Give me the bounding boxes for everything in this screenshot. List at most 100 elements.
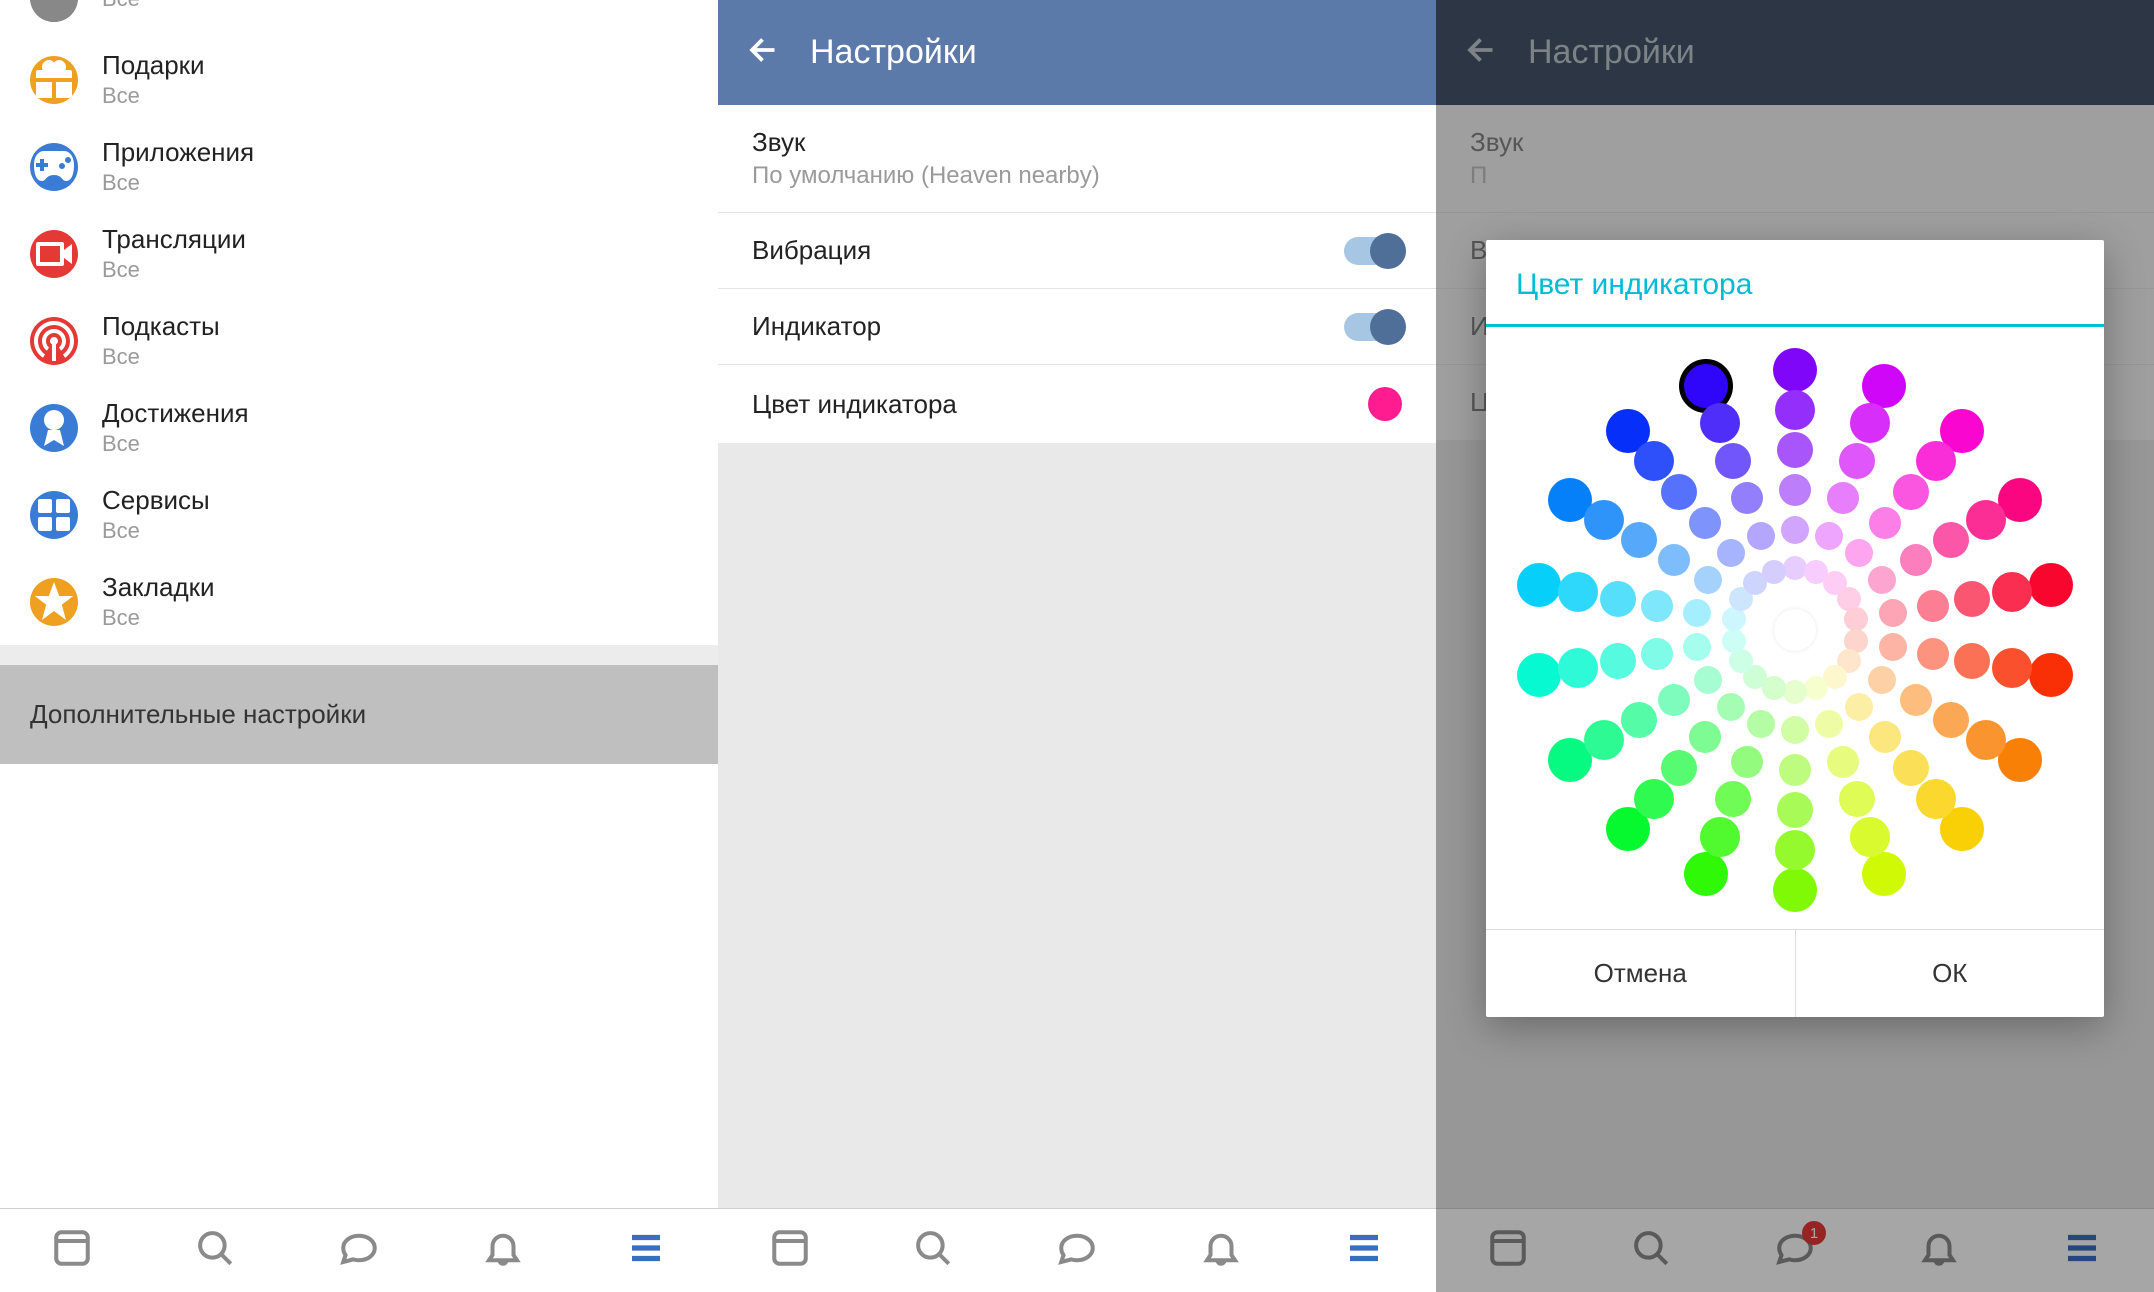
nav-menu-icon[interactable] — [625, 1227, 667, 1274]
color-swatch[interactable] — [1684, 364, 1728, 408]
color-swatch[interactable] — [2029, 653, 2073, 697]
color-swatch[interactable] — [1747, 710, 1775, 738]
color-swatch[interactable] — [1783, 680, 1807, 704]
color-swatch[interactable] — [1558, 572, 1598, 612]
color-swatch[interactable] — [1900, 684, 1932, 716]
color-swatch[interactable] — [1900, 544, 1932, 576]
menu-item-grid[interactable]: СервисыВсе — [0, 471, 718, 558]
color-swatch[interactable] — [1954, 581, 1990, 617]
color-swatch[interactable] — [1839, 781, 1875, 817]
setting-sound[interactable]: Звук По умолчанию (Heaven nearby) — [718, 105, 1436, 213]
color-swatch[interactable] — [1715, 781, 1751, 817]
menu-item-gamepad[interactable]: ПриложенияВсе — [0, 123, 718, 210]
color-swatch[interactable] — [1731, 482, 1763, 514]
nav-messages-icon[interactable] — [338, 1227, 380, 1274]
color-swatch[interactable] — [1694, 666, 1722, 694]
menu-item-star[interactable]: ЗакладкиВсе — [0, 558, 718, 645]
color-swatch[interactable] — [1779, 754, 1811, 786]
color-swatch[interactable] — [1634, 441, 1674, 481]
color-swatch[interactable] — [1762, 560, 1786, 584]
color-swatch[interactable] — [1689, 721, 1721, 753]
color-swatch[interactable] — [1700, 817, 1740, 857]
color-swatch[interactable] — [1966, 720, 2006, 760]
menu-item-dark[interactable]: Все — [0, 0, 718, 36]
color-swatch[interactable] — [1722, 629, 1746, 653]
setting-vibration[interactable]: Вибрация — [718, 213, 1436, 289]
color-swatch[interactable] — [1661, 474, 1697, 510]
color-swatch[interactable] — [1683, 599, 1711, 627]
color-swatch[interactable] — [1933, 702, 1969, 738]
back-icon[interactable] — [746, 32, 782, 73]
color-swatch[interactable] — [1683, 633, 1711, 661]
color-swatch[interactable] — [1747, 522, 1775, 550]
color-swatch[interactable] — [1621, 522, 1657, 558]
color-swatch[interactable] — [1868, 666, 1896, 694]
nav-messages-icon[interactable] — [1056, 1227, 1098, 1274]
color-swatch[interactable] — [1689, 507, 1721, 539]
color-swatch[interactable] — [1584, 720, 1624, 760]
menu-item-camera[interactable]: ТрансляцииВсе — [0, 210, 718, 297]
setting-indicator-color[interactable]: Цвет индикатора — [718, 365, 1436, 443]
color-swatch[interactable] — [1700, 403, 1740, 443]
nav-feed-icon[interactable] — [51, 1227, 93, 1274]
color-swatch[interactable] — [1869, 721, 1901, 753]
nav-search-icon[interactable] — [194, 1227, 236, 1274]
nav-notifications-icon[interactable] — [1200, 1227, 1242, 1274]
color-swatch[interactable] — [1517, 653, 1561, 697]
color-swatch[interactable] — [1775, 830, 1815, 870]
extra-settings-button[interactable]: Дополнительные настройки — [0, 665, 718, 764]
menu-item-medal[interactable]: ДостиженияВсе — [0, 384, 718, 471]
color-swatch[interactable] — [1862, 364, 1906, 408]
color-swatch[interactable] — [1717, 539, 1745, 567]
color-swatch[interactable] — [1600, 581, 1636, 617]
menu-item-podcast[interactable]: ПодкастыВсе — [0, 297, 718, 384]
color-swatch[interactable] — [1517, 563, 1561, 607]
color-swatch[interactable] — [1992, 648, 2032, 688]
color-swatch[interactable] — [1933, 522, 1969, 558]
color-swatch[interactable] — [1684, 852, 1728, 896]
color-swatch[interactable] — [1845, 539, 1873, 567]
color-swatch[interactable] — [1641, 638, 1673, 670]
color-swatch[interactable] — [1641, 590, 1673, 622]
color-swatch[interactable] — [1844, 607, 1868, 631]
color-swatch[interactable] — [1777, 432, 1813, 468]
color-swatch[interactable] — [1845, 693, 1873, 721]
vibration-toggle[interactable] — [1344, 237, 1402, 265]
color-swatch[interactable] — [1634, 779, 1674, 819]
color-swatch[interactable] — [1658, 684, 1690, 716]
nav-notifications-icon[interactable] — [482, 1227, 524, 1274]
color-swatch[interactable] — [1658, 544, 1690, 576]
color-swatch[interactable] — [1773, 868, 1817, 912]
color-swatch[interactable] — [1815, 710, 1843, 738]
menu-item-gift[interactable]: ПодаркиВсе — [0, 36, 718, 123]
color-swatch[interactable] — [1731, 746, 1763, 778]
color-swatch[interactable] — [1558, 648, 1598, 688]
color-swatch[interactable] — [1717, 693, 1745, 721]
color-swatch[interactable] — [1869, 507, 1901, 539]
color-swatch[interactable] — [1954, 643, 1990, 679]
color-swatch[interactable] — [1879, 599, 1907, 627]
color-swatch[interactable] — [1893, 750, 1929, 786]
color-swatch[interactable] — [1879, 633, 1907, 661]
color-swatch[interactable] — [1992, 572, 2032, 612]
color-swatch[interactable] — [1917, 638, 1949, 670]
color-swatch[interactable] — [1775, 390, 1815, 430]
color-swatch[interactable] — [1661, 750, 1697, 786]
color-swatch[interactable] — [1777, 792, 1813, 828]
color-swatch[interactable] — [1694, 566, 1722, 594]
color-swatch[interactable] — [1916, 779, 1956, 819]
color-swatch[interactable] — [1850, 817, 1890, 857]
color-swatch[interactable] — [1804, 676, 1828, 700]
color-swatch[interactable] — [1815, 522, 1843, 550]
setting-indicator[interactable]: Индикатор — [718, 289, 1436, 365]
color-swatch[interactable] — [1917, 590, 1949, 622]
color-swatch[interactable] — [1779, 474, 1811, 506]
nav-menu-icon[interactable] — [1343, 1227, 1385, 1274]
color-swatch[interactable] — [1893, 474, 1929, 510]
color-swatch[interactable] — [1839, 443, 1875, 479]
indicator-toggle[interactable] — [1344, 313, 1402, 341]
color-swatch[interactable] — [1966, 500, 2006, 540]
color-swatch[interactable] — [1715, 443, 1751, 479]
color-swatch[interactable] — [1827, 482, 1859, 514]
color-swatch[interactable] — [1916, 441, 1956, 481]
